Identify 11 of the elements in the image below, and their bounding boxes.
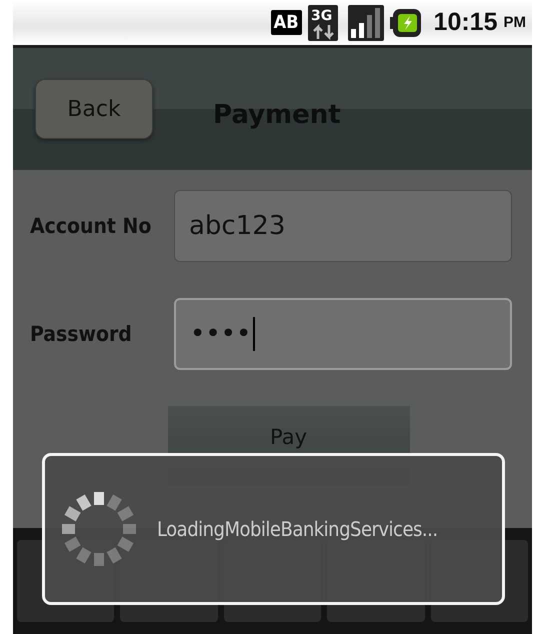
input-field[interactable]: •••• [174, 298, 512, 370]
field-label: Account No [30, 214, 152, 238]
battery-icon [390, 6, 422, 38]
loading-message: LoadingMobileBankingServices... [157, 517, 438, 541]
back-button[interactable]: Back [35, 79, 153, 139]
clock-period: PM [504, 14, 526, 31]
signal-icon [348, 4, 384, 40]
input-field[interactable]: abc123 [174, 190, 512, 262]
clock-time: 10:15 [434, 8, 498, 37]
notification-badge: AB [270, 10, 302, 35]
field-label: Password [30, 322, 132, 346]
